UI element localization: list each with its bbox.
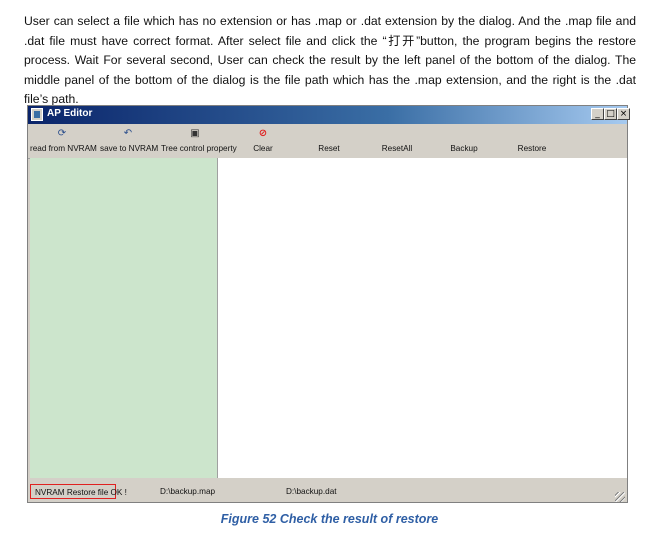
window-title: AP Editor: [47, 108, 93, 119]
close-button[interactable]: ×: [617, 108, 630, 120]
reset-button[interactable]: Reset: [313, 124, 345, 158]
tree-control-property-label: Tree control property: [161, 144, 237, 153]
reset-all-button[interactable]: ResetAll: [377, 124, 417, 158]
app-icon: [31, 108, 43, 121]
restore-label: Restore: [517, 144, 547, 153]
right-content-panel[interactable]: [218, 158, 627, 478]
restore-button[interactable]: Restore: [512, 124, 552, 158]
status-map-path: D:\backup.map: [160, 487, 216, 496]
backup-label: Backup: [450, 144, 478, 153]
toolbar: ⟳ read from NVRAM ↶ save to NVRAM ▣ Tree…: [28, 124, 627, 159]
tree-control-property-button[interactable]: ▣ Tree control property: [161, 124, 237, 158]
properties-icon: ▣: [190, 128, 200, 139]
save-to-nvram-button[interactable]: ↶ save to NVRAM: [100, 124, 159, 158]
resize-grip[interactable]: [615, 492, 625, 502]
maximize-button[interactable]: □: [604, 108, 617, 120]
reset-label: Reset: [318, 144, 340, 153]
ap-editor-window: AP Editor _ □ × ⟳ read from NVRAM ↶ save…: [27, 105, 630, 504]
backup-button[interactable]: Backup: [445, 124, 483, 158]
body-paragraph: User can select a file which has no exte…: [24, 14, 636, 107]
refresh-icon: ⟳: [57, 128, 67, 139]
clear-label: Clear: [253, 144, 273, 153]
title-bar[interactable]: AP Editor _ □ ×: [28, 106, 630, 124]
figure-caption: Figure 52 Check the result of restore: [220, 512, 439, 526]
read-from-nvram-label: read from NVRAM: [30, 144, 97, 153]
status-result: NVRAM Restore file OK !: [30, 484, 127, 499]
minimize-button[interactable]: _: [591, 108, 604, 120]
status-bar: NVRAM Restore file OK ! D:\backup.map D:…: [28, 480, 627, 504]
status-dat-path: D:\backup.dat: [286, 487, 337, 496]
undo-icon: ↶: [123, 128, 133, 139]
left-tree-panel[interactable]: [30, 158, 218, 478]
read-from-nvram-button[interactable]: ⟳ read from NVRAM: [30, 124, 97, 158]
clear-button[interactable]: ⊘ Clear: [248, 124, 278, 158]
save-to-nvram-label: save to NVRAM: [100, 144, 159, 153]
clear-icon: ⊘: [258, 128, 268, 139]
reset-all-label: ResetAll: [381, 144, 413, 153]
